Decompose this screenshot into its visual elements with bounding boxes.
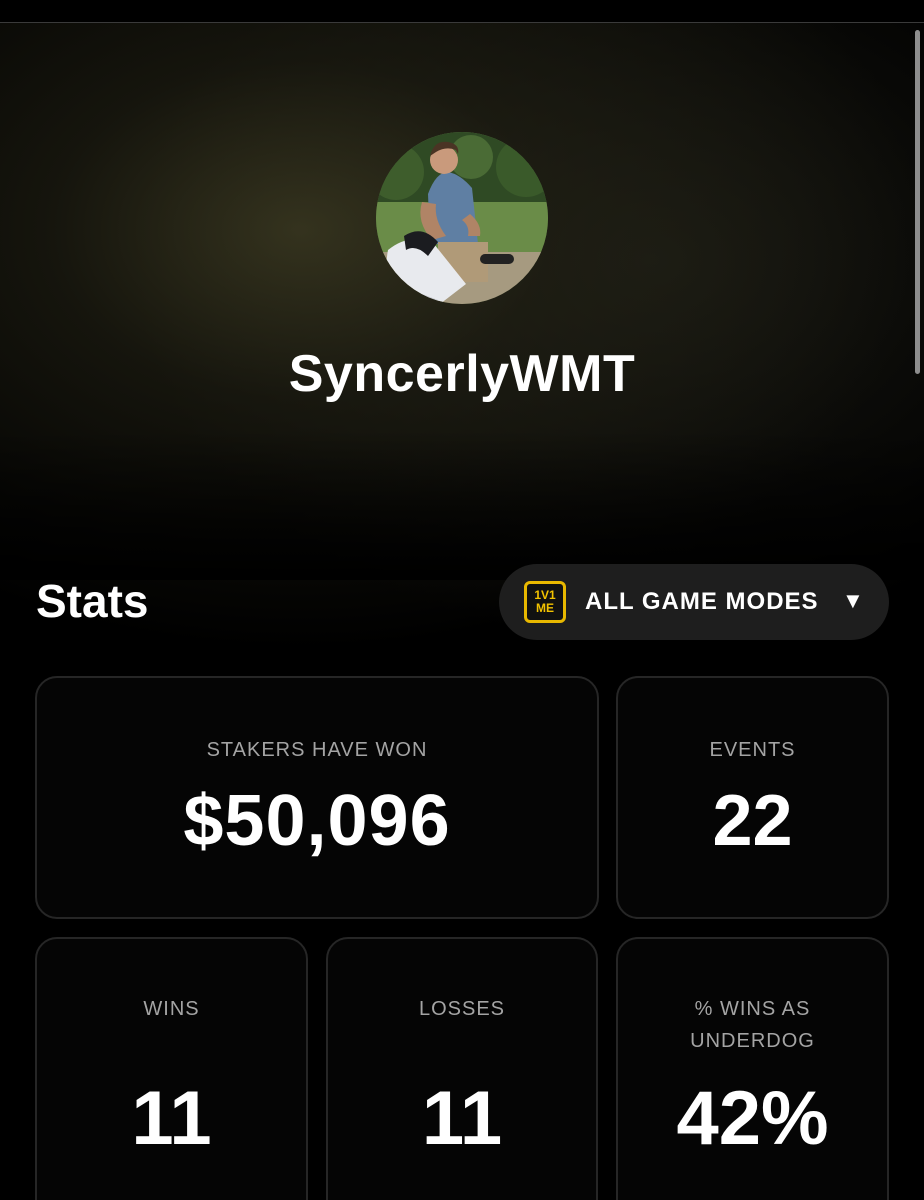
- caret-down-icon: ▼: [842, 588, 864, 613]
- losses-card: LOSSES 11: [326, 937, 598, 1200]
- game-mode-dropdown[interactable]: 1V1 ME ALL GAME MODES ▼: [499, 564, 889, 640]
- stakers-won-card: STAKERS HAVE WON $50,096: [35, 676, 599, 919]
- username: SyncerlyWMT: [288, 345, 636, 403]
- game-mode-label: ALL GAME MODES: [585, 588, 819, 615]
- stats-heading: Stats: [36, 575, 149, 627]
- 1v1me-logo-icon: 1V1 ME: [524, 581, 566, 623]
- underdog-label-line1: % WINS AS: [694, 998, 811, 1020]
- profile-page: SyncerlyWMT Stats 1V1 ME ALL GAME MODES …: [0, 0, 924, 1200]
- scrollbar[interactable]: [915, 30, 920, 374]
- stakers-won-label: STAKERS HAVE WON: [206, 739, 428, 761]
- top-divider: [0, 22, 924, 23]
- events-card: EVENTS 22: [616, 676, 889, 919]
- events-value: 22: [712, 781, 793, 861]
- wins-value: 11: [131, 1076, 212, 1161]
- stakers-won-value: $50,096: [183, 781, 451, 861]
- events-label: EVENTS: [709, 739, 796, 761]
- top-bar: [0, 0, 924, 22]
- underdog-card: % WINS AS UNDERDOG 42%: [616, 937, 889, 1200]
- wins-card: WINS 11: [35, 937, 308, 1200]
- wins-label: WINS: [143, 998, 200, 1020]
- underdog-value: 42%: [676, 1076, 829, 1161]
- avatar[interactable]: [376, 132, 548, 304]
- losses-value: 11: [421, 1076, 503, 1161]
- underdog-label-line2: UNDERDOG: [690, 1030, 815, 1052]
- losses-label: LOSSES: [418, 998, 506, 1020]
